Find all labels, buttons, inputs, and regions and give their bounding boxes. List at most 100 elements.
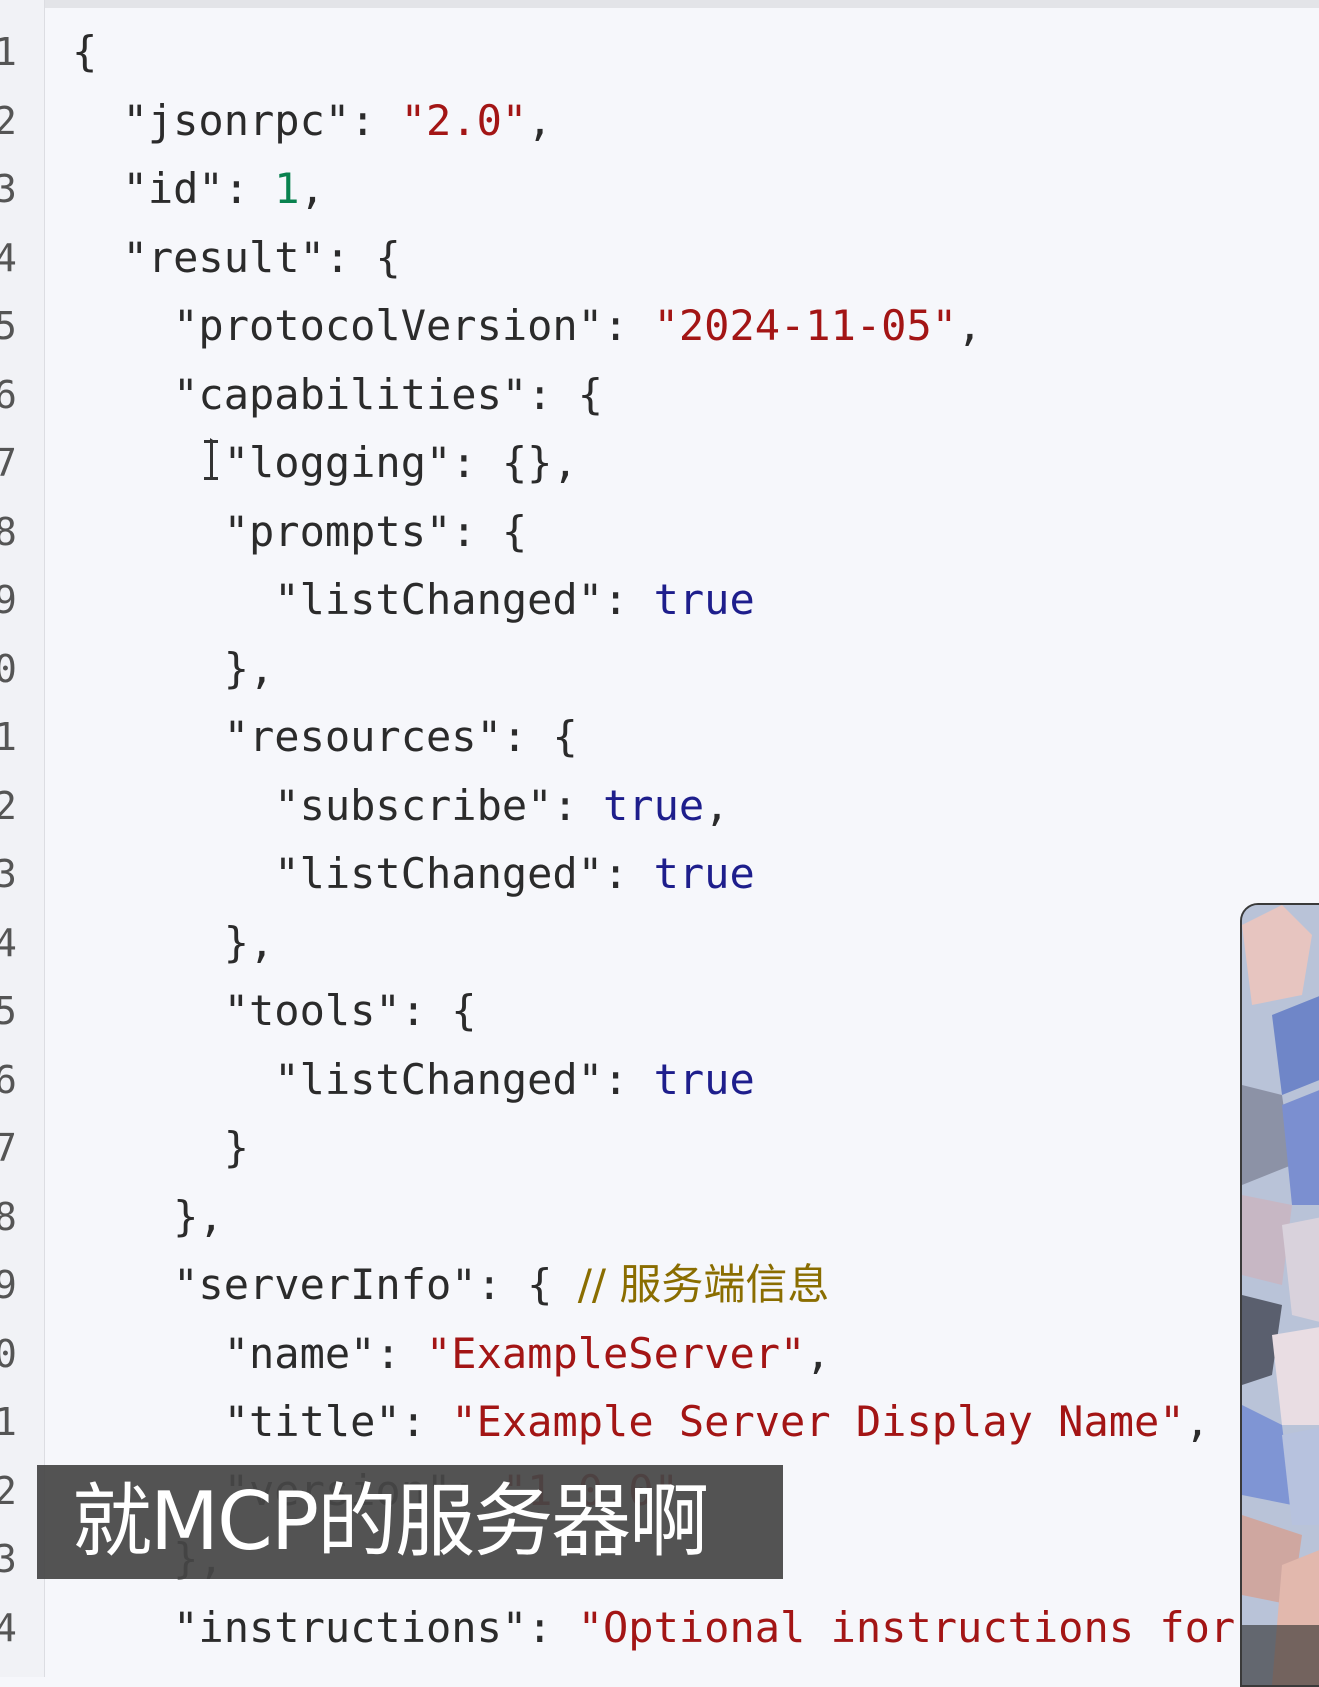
code-token-key: "name" <box>72 1328 376 1378</box>
code-token-punc: : <box>603 575 654 624</box>
code-token-key: "jsonrpc" <box>72 95 351 145</box>
code-token-punc: : <box>552 780 604 830</box>
line-number: 3 <box>0 1537 17 1581</box>
code-token-key: "subscribe" <box>72 780 553 830</box>
line-number: 6 <box>0 372 17 417</box>
code-token-punc: , <box>527 95 553 145</box>
code-line[interactable]: }, <box>72 909 275 977</box>
code-token-key: "instructions" <box>72 1602 528 1652</box>
code-token-punc: : { <box>324 232 401 282</box>
code-token-punc: : { <box>476 1260 578 1309</box>
line-number: 8 <box>0 509 17 554</box>
code-token-str: "Example Server Display Name" <box>451 1397 1185 1446</box>
code-token-bool: true <box>653 849 755 898</box>
code-token-punc: }, <box>72 1191 224 1241</box>
code-line[interactable]: { <box>72 18 97 86</box>
line-number: 4 <box>0 235 17 280</box>
line-number: 8 <box>0 1194 17 1239</box>
code-token-bool: true <box>653 575 755 624</box>
code-line[interactable]: "instructions": "Optional instructions f… <box>72 1594 1235 1662</box>
code-token-punc: : <box>603 301 654 350</box>
code-line[interactable]: "listChanged": true <box>72 840 755 908</box>
code-token-punc: , <box>299 164 325 213</box>
code-line[interactable]: "tools": { <box>72 977 477 1045</box>
code-token-punc: , <box>957 301 983 350</box>
code-token-key: "result" <box>72 232 325 282</box>
code-token-key: "serverInfo" <box>72 1260 477 1309</box>
code-token-punc: }, <box>72 643 275 693</box>
line-number: 9 <box>0 578 17 622</box>
line-number: 0 <box>0 646 17 691</box>
code-token-punc: { <box>72 27 98 76</box>
code-token-punc: : { <box>451 506 528 556</box>
code-token-punc: : <box>375 1328 427 1378</box>
code-token-key: "id" <box>72 164 224 213</box>
code-line[interactable]: "protocolVersion": "2024-11-05", <box>72 292 982 360</box>
code-token-punc: : <box>400 1397 452 1446</box>
code-line[interactable]: "resources": { <box>72 703 578 771</box>
line-number: 1 <box>0 715 17 759</box>
code-token-punc: : { <box>527 369 604 419</box>
line-number: 5 <box>0 989 17 1033</box>
code-token-str: "2024-11-05" <box>653 301 958 350</box>
code-token-comment: // 服务端信息 <box>577 1260 830 1309</box>
line-number: 9 <box>0 1263 17 1307</box>
code-line[interactable]: "listChanged": true <box>72 566 755 634</box>
code-token-punc: , <box>805 1328 831 1378</box>
code-token-key: "protocolVersion" <box>72 301 604 350</box>
code-line[interactable]: "name": "ExampleServer", <box>72 1320 831 1388</box>
code-token-punc: , <box>704 780 730 830</box>
code-line[interactable]: "serverInfo": { // 服务端信息 <box>72 1251 829 1319</box>
line-number: 1 <box>0 1400 17 1444</box>
code-token-key: "logging" <box>72 438 452 487</box>
code-token-key: "listChanged" <box>72 1054 604 1104</box>
code-line[interactable]: } <box>72 1114 249 1182</box>
code-token-key: "listChanged" <box>72 575 604 624</box>
code-token-key: "tools" <box>72 986 401 1035</box>
line-number: 3 <box>0 852 17 896</box>
code-token-str: "Optional instructions for <box>577 1602 1236 1652</box>
code-token-key: "capabilities" <box>72 369 528 419</box>
code-line[interactable]: "listChanged": true <box>72 1046 755 1114</box>
line-number: 0 <box>0 1331 17 1376</box>
text-cursor-icon <box>204 438 227 480</box>
code-token-punc: : <box>527 1602 578 1652</box>
code-token-bool: true <box>603 780 705 830</box>
line-number: 5 <box>0 304 17 348</box>
code-token-str: "2.0" <box>400 95 528 145</box>
code-token-punc: : <box>223 164 275 213</box>
code-token-str: "ExampleServer" <box>426 1328 806 1378</box>
code-token-key: "listChanged" <box>72 849 604 898</box>
line-number: 7 <box>0 441 17 485</box>
code-line[interactable]: "jsonrpc": "2.0", <box>72 87 553 155</box>
line-number: 1 <box>0 30 17 74</box>
code-line[interactable]: "capabilities": { <box>72 361 603 429</box>
webcam-feed-image <box>1242 905 1319 1685</box>
code-line[interactable]: "result": { <box>72 224 401 292</box>
webcam-overlay <box>1240 903 1319 1687</box>
code-token-punc: } <box>72 1123 250 1172</box>
line-number: 6 <box>0 1057 17 1102</box>
code-line[interactable]: "id": 1, <box>72 155 325 223</box>
code-token-key: "prompts" <box>72 506 452 556</box>
code-token-punc: , <box>1184 1397 1210 1446</box>
code-line[interactable]: "logging": {}, <box>72 429 578 497</box>
line-number: 4 <box>0 920 17 965</box>
line-number: 4 <box>0 1605 17 1650</box>
code-token-punc: : <box>350 95 401 145</box>
code-line[interactable]: "title": "Example Server Display Name", <box>72 1388 1210 1456</box>
code-line[interactable]: "subscribe": true, <box>72 772 729 840</box>
line-number: 2 <box>0 98 17 143</box>
code-token-punc: : {}, <box>451 438 578 487</box>
code-line[interactable]: }, <box>72 635 275 703</box>
subtitle-caption: 就MCP的服务器啊 <box>72 1475 709 1568</box>
code-line[interactable]: "prompts": { <box>72 498 527 566</box>
code-token-key: "resources" <box>72 712 502 761</box>
line-number-gutter: 1 2 3 4 5 6 7 8 9 0 1 2 3 4 5 6 7 8 9 0 1 2 3 4 <box>0 0 45 1677</box>
code-token-num: 1 <box>274 164 300 213</box>
line-number: 3 <box>0 167 17 211</box>
code-line[interactable]: }, <box>72 1183 224 1251</box>
code-token-punc: : { <box>501 712 578 761</box>
code-token-punc: : <box>603 849 654 898</box>
code-token-bool: true <box>653 1054 755 1104</box>
